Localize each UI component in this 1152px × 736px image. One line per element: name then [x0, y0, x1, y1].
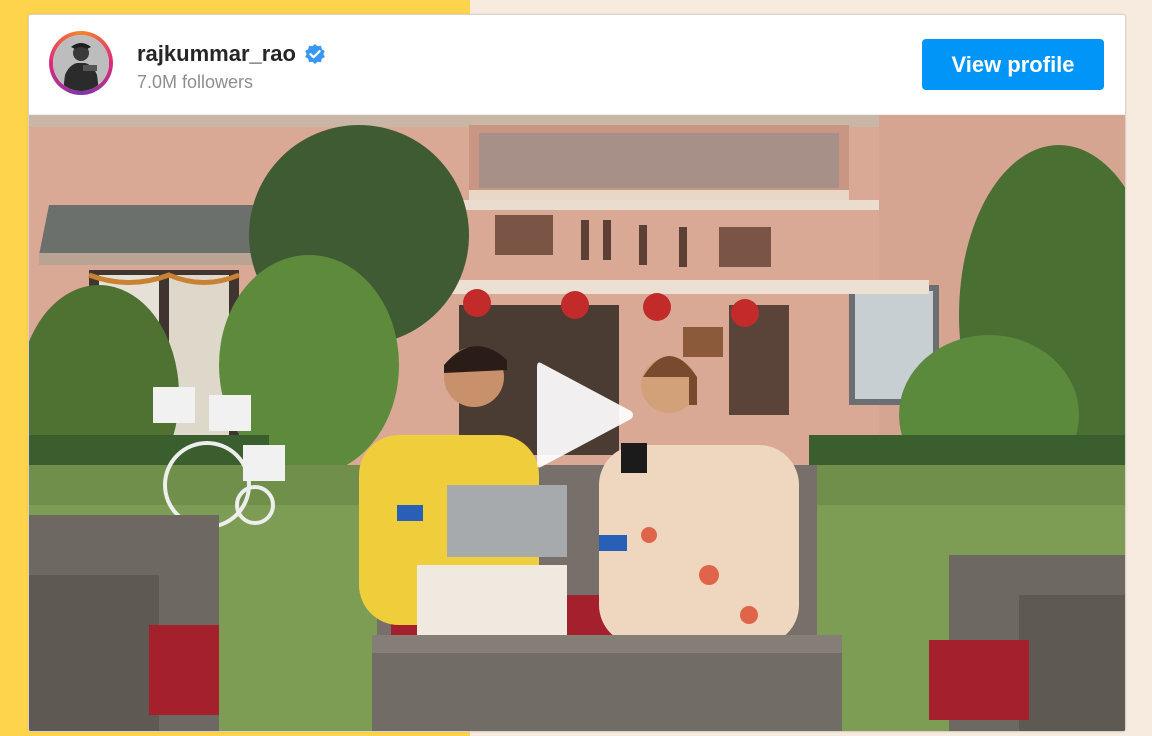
play-icon[interactable] [519, 355, 639, 475]
instagram-embed-card: rajkummar_rao 7.0M followers View profil… [28, 14, 1126, 732]
avatar[interactable] [49, 31, 113, 95]
verified-badge-icon [304, 43, 326, 65]
view-profile-button[interactable]: View profile [922, 39, 1104, 90]
video-thumbnail[interactable] [29, 115, 1125, 731]
username-link[interactable]: rajkummar_rao [137, 41, 296, 67]
username-row: rajkummar_rao [137, 41, 326, 67]
profile-photo [53, 35, 109, 91]
follower-count: 7.0M followers [137, 72, 254, 92]
post-header: rajkummar_rao 7.0M followers View profil… [29, 15, 1125, 115]
